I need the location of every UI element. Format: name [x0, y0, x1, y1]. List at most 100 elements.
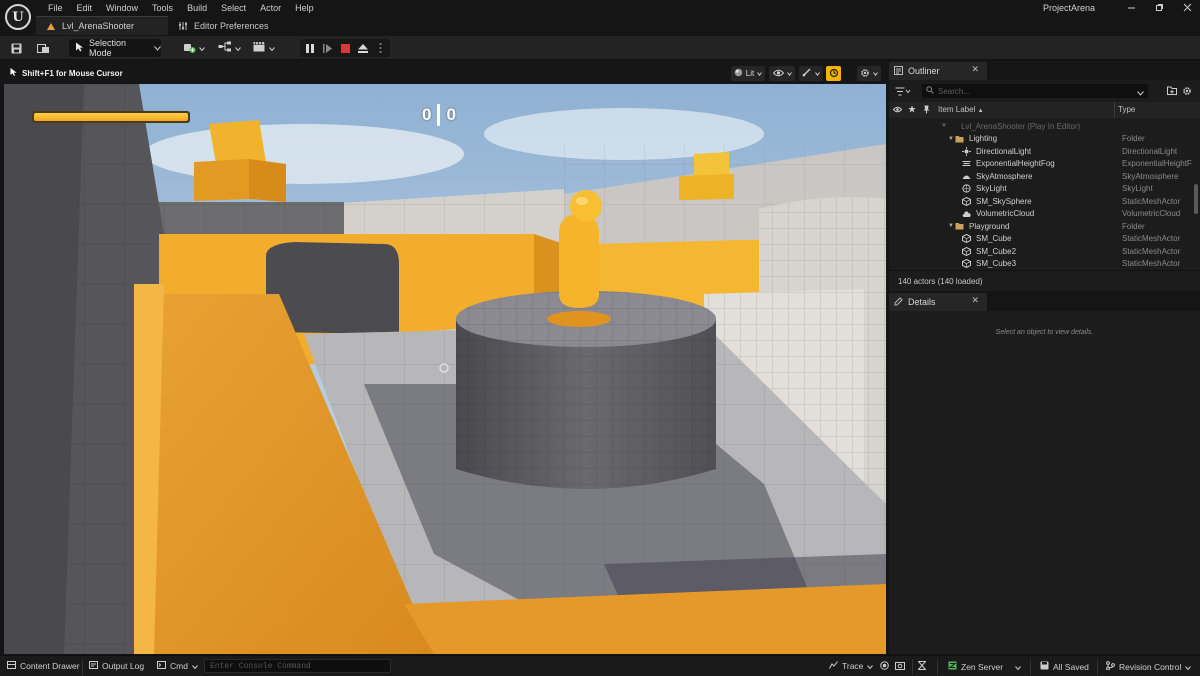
screenshot-icon[interactable]	[895, 661, 905, 670]
eject-icon[interactable]	[356, 40, 370, 56]
collapse-caret-icon[interactable]: ▼	[941, 123, 947, 129]
menu-build[interactable]: Build	[180, 2, 214, 14]
cinematics-button[interactable]	[252, 40, 276, 56]
stop-icon[interactable]	[339, 40, 352, 56]
chevron-down-icon	[786, 69, 792, 78]
tab-preferences-label: Editor Preferences	[194, 20, 269, 31]
pause-icon[interactable]	[304, 40, 316, 56]
column-type[interactable]: Type	[1118, 105, 1135, 114]
tab-outliner[interactable]: Outliner ✕	[889, 62, 987, 80]
tree-row-playground[interactable]: ▼ Playground Folder	[889, 220, 1194, 233]
directional-light-icon	[962, 146, 971, 156]
add-actor-button[interactable]	[182, 40, 206, 56]
static-mesh-icon	[962, 234, 971, 244]
tree-row-sky-atmosphere[interactable]: SkyAtmosphere SkyAtmosphere	[889, 170, 1194, 183]
tree-row-label: Playground	[969, 221, 1010, 231]
tree-row-type: Folder	[1122, 221, 1145, 231]
show-flags-button[interactable]	[769, 66, 795, 81]
tree-row-volumetric-cloud[interactable]: VolumetricCloud VolumetricCloud	[889, 208, 1194, 221]
close-icon[interactable]: ✕	[971, 295, 979, 306]
collapse-caret-icon[interactable]: ▼	[948, 136, 954, 142]
viewport-hint: Shift+F1 for Mouse Cursor	[10, 68, 123, 78]
tree-row-sky-sphere[interactable]: SM_SkySphere StaticMeshActor	[889, 195, 1194, 208]
menu-window[interactable]: Window	[99, 2, 145, 14]
hourglass-icon[interactable]	[918, 661, 926, 670]
maximize-icon[interactable]	[1152, 1, 1166, 13]
outliner-scrollbar[interactable]	[1194, 184, 1198, 214]
tree-row-sm-cube[interactable]: SM_Cube StaticMeshActor	[889, 233, 1194, 246]
tab-editor-preferences[interactable]: Editor Preferences	[168, 16, 279, 35]
menu-tools[interactable]: Tools	[145, 2, 180, 14]
details-tab-label: Details	[908, 297, 936, 307]
trace-icon	[829, 661, 838, 671]
clapper-icon	[253, 41, 266, 55]
close-icon[interactable]: ✕	[971, 64, 979, 75]
gear-icon[interactable]	[1182, 86, 1192, 99]
menu-help[interactable]: Help	[288, 2, 321, 14]
tree-row-lighting[interactable]: ▼ Lighting Folder	[889, 133, 1194, 146]
record-icon[interactable]	[880, 661, 889, 670]
score-left: 0	[422, 105, 432, 124]
tree-row-sky-light[interactable]: SkyLight SkyLight	[889, 183, 1194, 196]
level-viewport[interactable]: 0 0	[4, 84, 886, 654]
transform-snap-button[interactable]	[799, 66, 823, 81]
tree-row-label: ExponentialHeightFog	[976, 159, 1055, 169]
trace-button[interactable]: Trace	[829, 661, 874, 671]
view-mode-button[interactable]: Lit	[731, 66, 765, 81]
revision-control-icon	[1106, 661, 1115, 672]
realtime-toggle[interactable]	[826, 66, 841, 81]
menu-edit[interactable]: Edit	[70, 2, 100, 14]
star-icon[interactable]	[908, 105, 916, 115]
tree-row-height-fog[interactable]: ExponentialHeightFog ExponentialHeightF	[889, 158, 1194, 171]
zen-server-button[interactable]: Zen Server	[948, 661, 1021, 672]
save-icon[interactable]	[9, 40, 23, 56]
status-separator	[82, 659, 83, 674]
visibility-eye-icon[interactable]	[892, 106, 903, 115]
tree-row-type: StaticMeshActor	[1122, 259, 1181, 268]
browse-icon[interactable]	[36, 40, 50, 56]
console-command-input[interactable]	[205, 660, 390, 673]
add-folder-icon[interactable]	[1167, 86, 1177, 98]
tab-details[interactable]: Details ✕	[889, 293, 987, 311]
unreal-logo-icon[interactable]: U	[5, 4, 31, 30]
project-name: ProjectArena	[1042, 3, 1095, 13]
tree-row-directional-light[interactable]: DirectionalLight DirectionalLight	[889, 145, 1194, 158]
output-log-button[interactable]: Output Log	[89, 661, 144, 671]
tree-row-sm-cube3[interactable]: SM_Cube3 StaticMeshActor	[889, 258, 1194, 268]
column-item-label[interactable]: Item Label ▲	[938, 105, 984, 114]
chevron-down-icon[interactable]	[1137, 87, 1144, 99]
filter-icon[interactable]	[895, 87, 911, 99]
collapse-caret-icon[interactable]: ▼	[948, 223, 954, 229]
content-drawer-button[interactable]: Content Drawer	[7, 661, 80, 671]
tree-row-sm-cube2[interactable]: SM_Cube2 StaticMeshActor	[889, 245, 1194, 258]
folder-icon	[955, 222, 964, 231]
blueprint-icon	[218, 41, 232, 55]
actor-count: 140 actors (140 loaded)	[889, 270, 1200, 291]
cloud-icon	[962, 209, 971, 218]
menu-actor[interactable]: Actor	[253, 2, 288, 14]
pin-icon[interactable]	[923, 105, 930, 116]
scene-render	[4, 84, 886, 654]
viewport-settings-button[interactable]	[857, 66, 881, 81]
close-icon[interactable]	[1180, 1, 1194, 13]
all-saved-button[interactable]: All Saved	[1040, 661, 1089, 672]
tab-level[interactable]: Lvl_ArenaShooter	[36, 16, 168, 35]
blueprint-button[interactable]	[217, 40, 241, 56]
more-options-icon[interactable]	[376, 40, 384, 56]
outliner-tab-label: Outliner	[908, 66, 940, 76]
cmd-button[interactable]: Cmd	[157, 661, 198, 671]
tree-row-label: DirectionalLight	[976, 146, 1032, 156]
menu-file[interactable]: File	[41, 2, 70, 14]
status-separator	[937, 659, 938, 674]
minimize-icon[interactable]	[1124, 1, 1138, 13]
tree-row-level[interactable]: ▼ Lvl_ArenaShooter (Play In Editor)	[889, 120, 1194, 133]
tree-row-type: StaticMeshActor	[1122, 246, 1181, 256]
viewport-toolbar: Shift+F1 for Mouse Cursor Lit	[0, 62, 886, 84]
tree-row-type: ExponentialHeightF	[1122, 159, 1192, 169]
outliner-search-input[interactable]	[938, 86, 1128, 96]
step-frame-icon[interactable]	[321, 40, 334, 56]
status-separator	[1030, 659, 1031, 674]
selection-mode-button[interactable]: Selection Mode	[69, 38, 161, 58]
revision-control-button[interactable]: Revision Control	[1106, 661, 1192, 672]
menu-select[interactable]: Select	[214, 2, 253, 14]
